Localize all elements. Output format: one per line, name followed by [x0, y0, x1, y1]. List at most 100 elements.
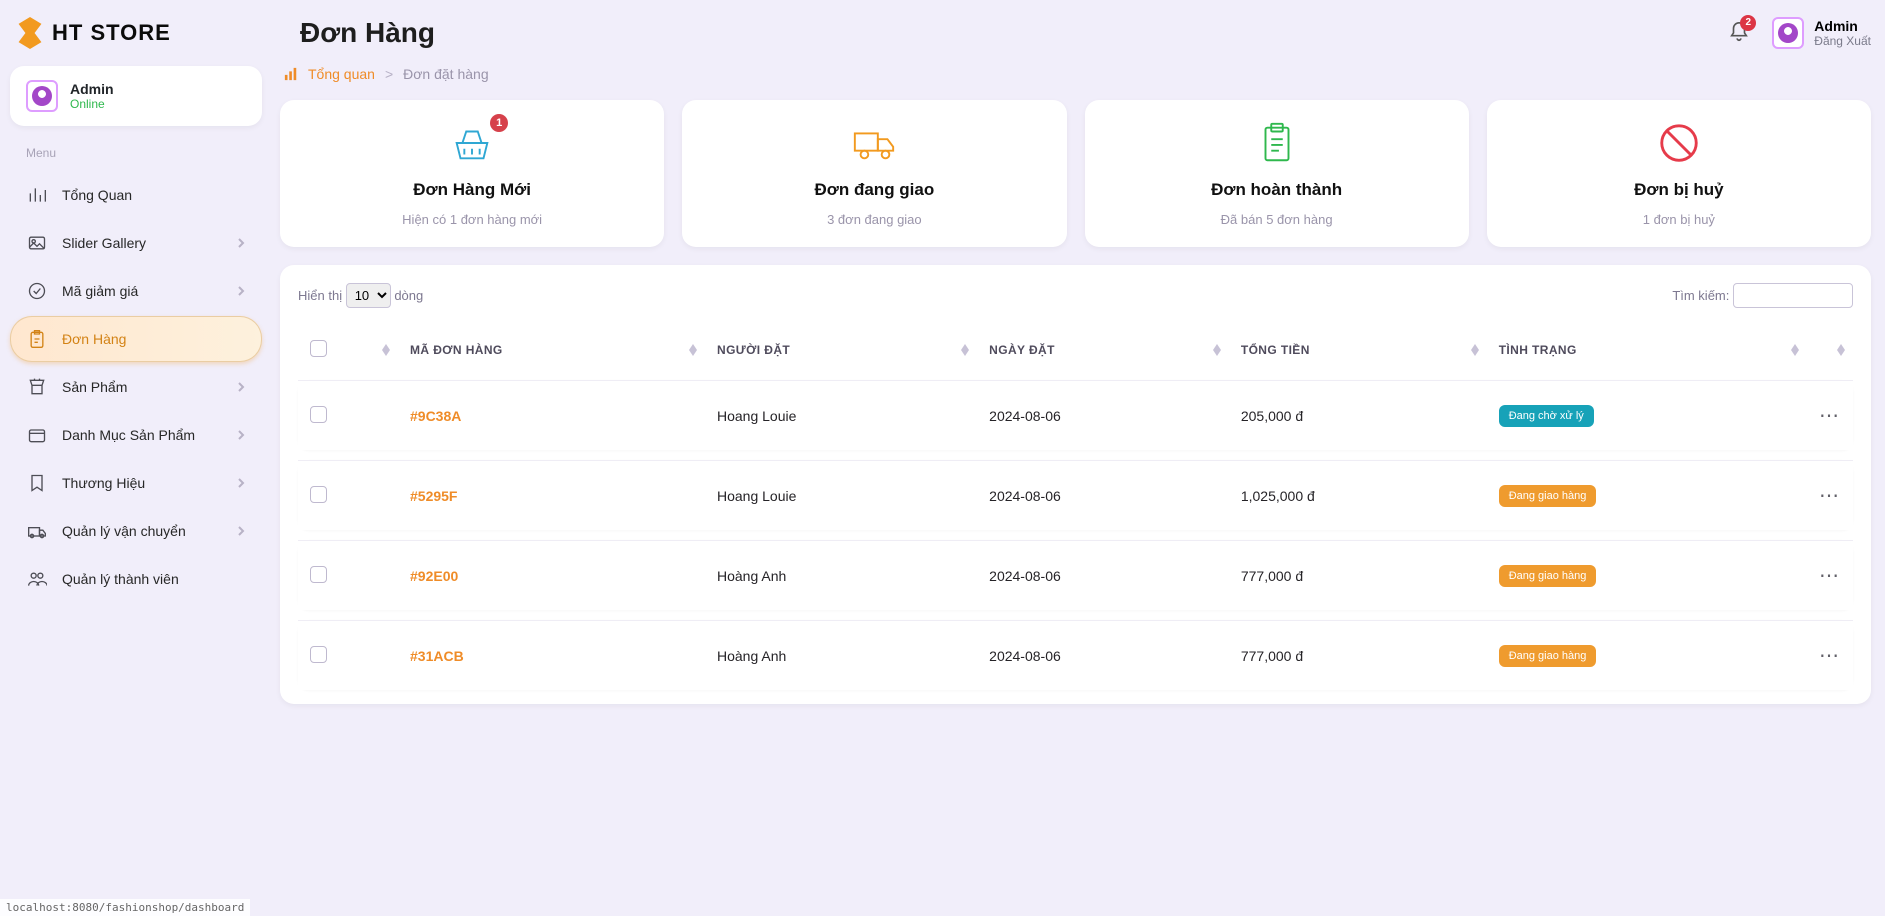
search-input[interactable] — [1733, 283, 1853, 308]
nav-label: Danh Mục Sản Phẩm — [62, 427, 222, 443]
browser-status-bar: localhost:8080/fashionshop/dashboard — [0, 899, 250, 916]
truck-icon — [851, 120, 897, 166]
card-cancelled[interactable]: Đơn bị huỷ 1 đơn bị huỷ — [1487, 100, 1871, 247]
basket-icon — [449, 120, 495, 166]
sidebar-user-card[interactable]: Admin Online — [10, 66, 262, 126]
table-header-row: Mã đơn hàng Người đặt Ngày đặt Tổng tiền… — [298, 330, 1853, 370]
nav-label: Sản Phẩm — [62, 379, 222, 395]
chevron-right-icon — [236, 427, 246, 443]
topbar-right: 2 Admin Đăng Xuất — [1728, 17, 1871, 49]
order-id-link[interactable]: #92E00 — [410, 568, 458, 584]
sidebar-user-name: Admin — [70, 81, 114, 97]
breadcrumb-current: Đơn đặt hàng — [403, 66, 488, 82]
notification-count: 2 — [1740, 15, 1756, 31]
user-name: Admin — [1814, 18, 1871, 34]
cell-date: 2024-08-06 — [977, 540, 1229, 610]
user-menu[interactable]: Admin Đăng Xuất — [1772, 17, 1871, 49]
status-badge: Đang giao hàng — [1499, 565, 1597, 587]
table-row: #31ACBHoàng Anh2024-08-06777,000 đĐang g… — [298, 620, 1853, 690]
card-subtitle: 1 đơn bị huỷ — [1503, 212, 1855, 227]
row-actions-button[interactable]: ⋯ — [1819, 645, 1841, 667]
page-size-select[interactable]: 10 — [346, 283, 391, 308]
row-actions-button[interactable]: ⋯ — [1819, 405, 1841, 427]
card-completed[interactable]: Đơn hoàn thành Đã bán 5 đơn hàng — [1085, 100, 1469, 247]
page-title: Đơn Hàng — [300, 17, 435, 49]
sidebar-nav: Tổng Quan Slider Gallery Mã giảm giá Đơn Hà… — [10, 172, 262, 602]
sidebar-user-status: Online — [70, 97, 114, 111]
col-customer[interactable]: Người đặt — [705, 330, 977, 370]
card-title: Đơn hoàn thành — [1101, 180, 1453, 200]
col-status[interactable]: Tình trạng — [1487, 330, 1807, 370]
nav-label: Slider Gallery — [62, 235, 222, 251]
cell-customer: Hoang Louie — [705, 460, 977, 530]
row-actions-button[interactable]: ⋯ — [1819, 565, 1841, 587]
ban-icon — [1656, 120, 1702, 166]
card-subtitle: 3 đơn đang giao — [698, 212, 1050, 227]
order-id-link[interactable]: #9C38A — [410, 408, 461, 424]
nav-icon — [26, 424, 48, 446]
nav-icon — [26, 280, 48, 302]
content: Tổng quan > Đơn đặt hàng 1 Đơn Hàng Mới … — [280, 66, 1871, 704]
nav-icon — [26, 520, 48, 542]
nav-label: Đơn Hàng — [62, 331, 246, 347]
row-checkbox[interactable] — [310, 646, 327, 663]
search-control: Tìm kiếm: — [1672, 283, 1853, 308]
table-row: #9C38AHoang Louie2024-08-06205,000 đĐang… — [298, 380, 1853, 450]
card-title: Đơn Hàng Mới — [296, 180, 648, 200]
nav-label: Mã giảm giá — [62, 283, 222, 299]
row-checkbox[interactable] — [310, 566, 327, 583]
nav-icon — [26, 232, 48, 254]
table-row: #5295FHoang Louie2024-08-061,025,000 đĐa… — [298, 460, 1853, 530]
orders-table: Mã đơn hàng Người đặt Ngày đặt Tổng tiền… — [298, 320, 1853, 700]
logo-icon — [16, 17, 44, 49]
col-sort-blank[interactable] — [358, 330, 398, 370]
card-new-orders[interactable]: 1 Đơn Hàng Mới Hiện có 1 đơn hàng mới — [280, 100, 664, 247]
select-all-checkbox[interactable] — [310, 340, 327, 357]
cell-total: 1,025,000 đ — [1229, 460, 1487, 530]
page-size-control: Hiển thị 10 dòng — [298, 283, 423, 308]
sidebar-item-1[interactable]: Slider Gallery — [10, 220, 262, 266]
card-shipping[interactable]: Đơn đang giao 3 đơn đang giao — [682, 100, 1066, 247]
cell-total: 205,000 đ — [1229, 380, 1487, 450]
breadcrumb-home[interactable]: Tổng quan — [308, 66, 375, 82]
row-actions-button[interactable]: ⋯ — [1819, 485, 1841, 507]
col-actions[interactable] — [1807, 330, 1853, 370]
nav-label: Quản lý vận chuyển — [62, 523, 222, 539]
sidebar-item-7[interactable]: Quản lý vận chuyển — [10, 508, 262, 554]
orders-panel: Hiển thị 10 dòng Tìm kiếm: Mã đơn hàng N… — [280, 265, 1871, 704]
logout-link[interactable]: Đăng Xuất — [1814, 34, 1871, 48]
notifications-button[interactable]: 2 — [1728, 21, 1750, 46]
avatar-icon — [1772, 17, 1804, 49]
sidebar-item-8[interactable]: Quản lý thành viên — [10, 556, 262, 602]
row-checkbox[interactable] — [310, 486, 327, 503]
status-badge: Đang giao hàng — [1499, 645, 1597, 667]
chevron-right-icon — [236, 283, 246, 299]
col-order-id[interactable]: Mã đơn hàng — [398, 330, 705, 370]
sidebar-item-5[interactable]: Danh Mục Sản Phẩm — [10, 412, 262, 458]
col-total[interactable]: Tổng tiền — [1229, 330, 1487, 370]
col-date[interactable]: Ngày đặt — [977, 330, 1229, 370]
status-badge: Đang giao hàng — [1499, 485, 1597, 507]
card-title: Đơn đang giao — [698, 180, 1050, 200]
cell-total: 777,000 đ — [1229, 540, 1487, 610]
brand-name: HT STORE — [52, 20, 171, 46]
sidebar-item-2[interactable]: Mã giảm giá — [10, 268, 262, 314]
nav-icon — [26, 328, 48, 350]
cell-date: 2024-08-06 — [977, 380, 1229, 450]
brand[interactable]: HT STORE — [16, 17, 296, 49]
nav-label: Thương Hiệu — [62, 475, 222, 491]
order-id-link[interactable]: #31ACB — [410, 648, 464, 664]
sidebar-item-6[interactable]: Thương Hiệu — [10, 460, 262, 506]
card-new-badge: 1 — [490, 114, 508, 132]
row-checkbox[interactable] — [310, 406, 327, 423]
cell-total: 777,000 đ — [1229, 620, 1487, 690]
sidebar-item-4[interactable]: Sản Phẩm — [10, 364, 262, 410]
sidebar-item-0[interactable]: Tổng Quan — [10, 172, 262, 218]
nav-icon — [26, 376, 48, 398]
clipboard-icon — [1254, 120, 1300, 166]
sidebar: Admin Online Menu Tổng QuanSlider Galler… — [10, 66, 262, 704]
order-id-link[interactable]: #5295F — [410, 488, 457, 504]
nav-icon — [26, 472, 48, 494]
chevron-right-icon — [236, 475, 246, 491]
sidebar-item-3[interactable]: Đơn Hàng — [10, 316, 262, 362]
